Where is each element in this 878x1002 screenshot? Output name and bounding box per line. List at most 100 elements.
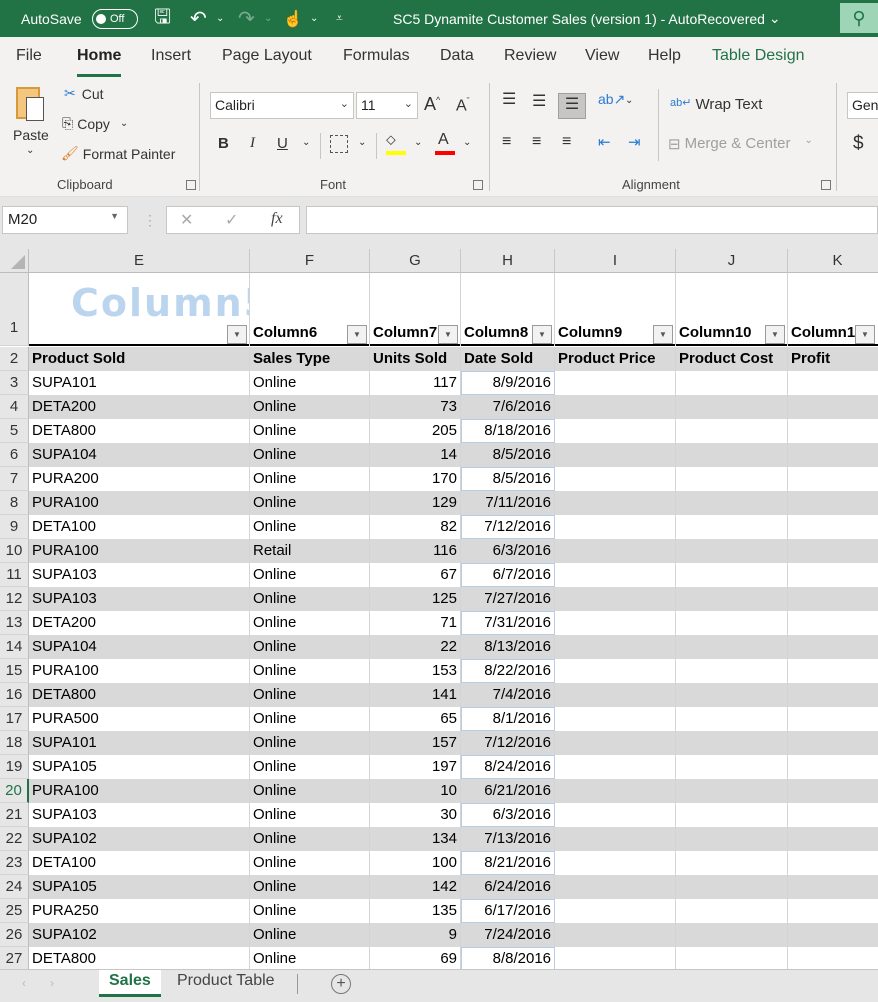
sales-type-cell[interactable]: Online: [250, 419, 370, 443]
field-name-cell[interactable]: Units Sold: [370, 347, 461, 371]
row-header[interactable]: 16: [0, 683, 29, 707]
font-size-combo[interactable]: 11 ⌄: [356, 92, 418, 119]
row-header[interactable]: 14: [0, 635, 29, 659]
product-cell[interactable]: DETA800: [29, 947, 250, 971]
tab-table-design[interactable]: Table Design: [712, 47, 805, 65]
sales-type-cell[interactable]: Online: [250, 587, 370, 611]
price-cell[interactable]: [555, 659, 676, 683]
product-cell[interactable]: PURA250: [29, 899, 250, 923]
price-cell[interactable]: [555, 683, 676, 707]
profit-cell[interactable]: [788, 803, 878, 827]
wrap-text-button[interactable]: ab↵ Wrap Text: [670, 96, 762, 113]
column-header-e[interactable]: E: [29, 249, 250, 273]
date-cell[interactable]: 8/22/2016: [461, 659, 555, 683]
autosave-toggle[interactable]: Off: [92, 8, 138, 29]
top-align-icon[interactable]: ☰: [502, 89, 516, 109]
cost-cell[interactable]: [676, 563, 788, 587]
price-cell[interactable]: [555, 947, 676, 971]
row-header[interactable]: 26: [0, 923, 29, 947]
row-header[interactable]: 11: [0, 563, 29, 587]
product-cell[interactable]: SUPA103: [29, 563, 250, 587]
scroll-right-icon[interactable]: ›: [50, 976, 54, 990]
cut-button[interactable]: ✂ Cut: [64, 85, 104, 102]
units-cell[interactable]: 197: [370, 755, 461, 779]
align-center-icon[interactable]: ≡: [532, 133, 541, 151]
units-cell[interactable]: 157: [370, 731, 461, 755]
sales-type-cell[interactable]: Online: [250, 563, 370, 587]
add-sheet-button[interactable]: +: [331, 974, 351, 994]
cost-cell[interactable]: [676, 491, 788, 515]
row-header[interactable]: 3: [0, 371, 29, 395]
filter-dropdown-icon[interactable]: ▼: [347, 325, 367, 344]
paste-button[interactable]: Paste ⌄: [12, 83, 52, 156]
units-cell[interactable]: 73: [370, 395, 461, 419]
row-header[interactable]: 5: [0, 419, 29, 443]
field-name-cell[interactable]: Product Price: [555, 347, 676, 371]
tab-formulas[interactable]: Formulas: [343, 47, 410, 65]
save-icon[interactable]: 🖫: [154, 0, 171, 37]
profit-cell[interactable]: [788, 371, 878, 395]
sales-type-cell[interactable]: Online: [250, 875, 370, 899]
price-cell[interactable]: [555, 467, 676, 491]
product-cell[interactable]: DETA100: [29, 851, 250, 875]
field-name-cell[interactable]: Sales Type: [250, 347, 370, 371]
tab-page-layout[interactable]: Page Layout: [222, 47, 312, 65]
column-header-k[interactable]: K: [788, 249, 878, 273]
row-header[interactable]: 15: [0, 659, 29, 683]
product-cell[interactable]: SUPA105: [29, 755, 250, 779]
profit-cell[interactable]: [788, 659, 878, 683]
profit-cell[interactable]: [788, 443, 878, 467]
fill-color-button[interactable]: ⬦: [386, 131, 406, 155]
price-cell[interactable]: [555, 419, 676, 443]
sales-type-cell[interactable]: Online: [250, 899, 370, 923]
row-header[interactable]: 24: [0, 875, 29, 899]
field-name-cell[interactable]: Product Sold: [29, 347, 250, 371]
row-header[interactable]: 12: [0, 587, 29, 611]
units-cell[interactable]: 69: [370, 947, 461, 971]
cost-cell[interactable]: [676, 707, 788, 731]
sales-type-cell[interactable]: Online: [250, 851, 370, 875]
price-cell[interactable]: [555, 395, 676, 419]
sheet-tab-product-table[interactable]: Product Table: [167, 970, 285, 997]
cost-cell[interactable]: [676, 827, 788, 851]
row-header[interactable]: 19: [0, 755, 29, 779]
tab-file[interactable]: File: [16, 47, 42, 65]
date-cell[interactable]: 6/3/2016: [461, 539, 555, 563]
tab-help[interactable]: Help: [648, 47, 681, 65]
date-cell[interactable]: 8/13/2016: [461, 635, 555, 659]
units-cell[interactable]: 30: [370, 803, 461, 827]
profit-cell[interactable]: [788, 611, 878, 635]
cost-cell[interactable]: [676, 635, 788, 659]
sales-type-cell[interactable]: Online: [250, 395, 370, 419]
units-cell[interactable]: 71: [370, 611, 461, 635]
profit-cell[interactable]: [788, 827, 878, 851]
price-cell[interactable]: [555, 707, 676, 731]
product-cell[interactable]: DETA200: [29, 611, 250, 635]
underline-dropdown-icon[interactable]: ⌄: [302, 137, 310, 148]
product-cell[interactable]: PURA100: [29, 491, 250, 515]
sales-type-cell[interactable]: Online: [250, 371, 370, 395]
filter-dropdown-icon[interactable]: ▼: [855, 325, 875, 344]
format-painter-button[interactable]: 🖌 Format Painter: [61, 145, 175, 162]
document-title[interactable]: SC5 Dynamite Customer Sales (version 1) …: [393, 0, 781, 37]
scroll-left-icon[interactable]: ‹: [22, 976, 26, 990]
units-cell[interactable]: 65: [370, 707, 461, 731]
profit-cell[interactable]: [788, 395, 878, 419]
cost-cell[interactable]: [676, 587, 788, 611]
sales-type-cell[interactable]: Online: [250, 443, 370, 467]
units-cell[interactable]: 170: [370, 467, 461, 491]
cost-cell[interactable]: [676, 899, 788, 923]
sales-type-cell[interactable]: Online: [250, 947, 370, 971]
units-cell[interactable]: 82: [370, 515, 461, 539]
row-header[interactable]: 20: [0, 779, 29, 803]
row-header[interactable]: 23: [0, 851, 29, 875]
product-cell[interactable]: SUPA102: [29, 827, 250, 851]
sales-type-cell[interactable]: Online: [250, 731, 370, 755]
units-cell[interactable]: 100: [370, 851, 461, 875]
redo-icon[interactable]: ↷: [238, 0, 255, 37]
copy-button[interactable]: ⎘ Copy ⌄: [62, 115, 128, 132]
price-cell[interactable]: [555, 899, 676, 923]
insert-function-button[interactable]: fx: [271, 210, 283, 228]
product-cell[interactable]: SUPA105: [29, 875, 250, 899]
undo-dropdown-icon[interactable]: ⌄: [216, 0, 224, 37]
